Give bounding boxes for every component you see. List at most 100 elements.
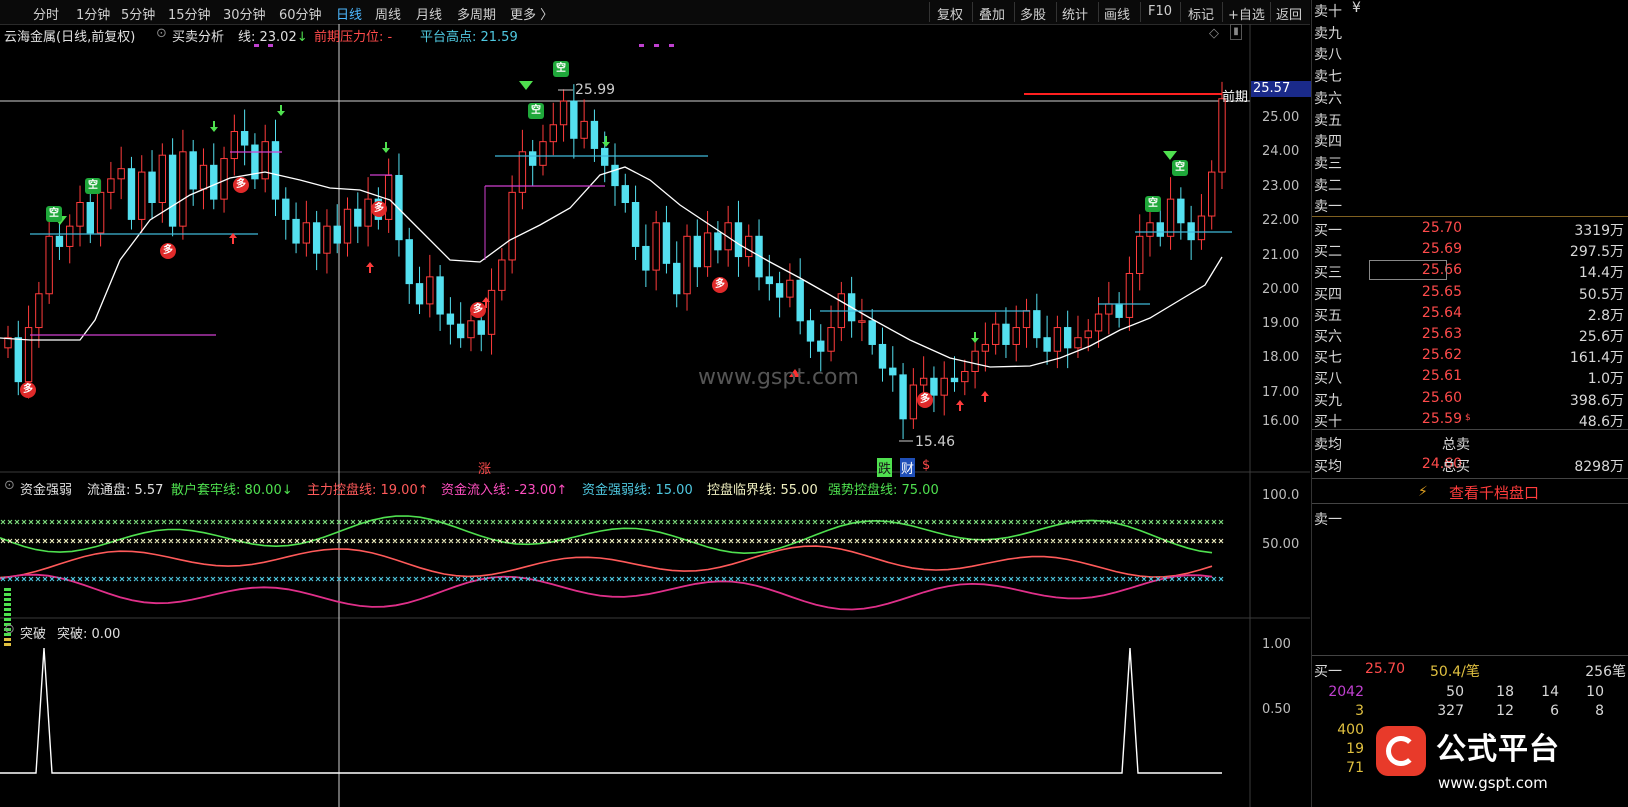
buy-avg-label: 买均 (1314, 459, 1342, 475)
diamond-icon[interactable]: ◇ (1209, 26, 1219, 41)
view-depth-button[interactable]: 查看千档盘口 (1449, 482, 1539, 503)
total-buy-label: 总买 (1442, 459, 1470, 475)
ask-row[interactable]: 卖九 (1312, 22, 1628, 43)
level-meter-bar (4, 643, 11, 646)
short-signal-icon: 空 (528, 103, 544, 119)
candle-up (940, 377, 948, 396)
candle-down (14, 337, 22, 383)
breakout-line (0, 647, 1222, 774)
candle-down (1177, 198, 1185, 224)
candle-down (878, 343, 887, 369)
bid-volume: 398.6万 (1569, 392, 1624, 409)
ask-row[interactable]: 卖三 (1312, 152, 1628, 173)
level-meter-bar (4, 608, 11, 611)
candle-down (333, 225, 341, 244)
bid-label: 买十 (1314, 413, 1342, 430)
breakout-panel-name[interactable]: 突破 (20, 623, 46, 642)
short-signal-icon: 空 (46, 206, 62, 222)
candle-up (158, 154, 167, 203)
ask-label: 卖五 (1314, 112, 1342, 129)
dividend-tag[interactable]: $ (922, 458, 930, 473)
ask-row[interactable]: 卖一 (1312, 195, 1628, 216)
ask-row[interactable]: 卖四 (1312, 130, 1628, 151)
ask-row[interactable]: 卖二 (1312, 174, 1628, 195)
candle-up (1146, 222, 1154, 237)
candle-up (220, 158, 228, 200)
ask-label: 卖七 (1314, 69, 1342, 86)
candle-down (148, 171, 156, 204)
candle-up (1197, 215, 1206, 241)
short-signal-icon: 空 (553, 61, 569, 77)
fund-item-5: 控盘临界线: 55.00 (707, 483, 818, 498)
candle-down (456, 323, 465, 339)
bid-row[interactable]: 买十 25.59 48.6万 $ (1312, 410, 1628, 431)
price-tick: 22.00 (1262, 213, 1300, 228)
candle-up (1166, 198, 1175, 237)
long-signal-icon: 多 (371, 201, 387, 217)
queue-val: 10 (1586, 684, 1604, 700)
yuan-icon: ¥ (1352, 0, 1361, 16)
short-signal-icon: 空 (1145, 196, 1161, 212)
candle-down (590, 120, 599, 149)
bid-row[interactable]: 买六 25.63 25.6万 (1312, 325, 1628, 346)
level-meter-bar (4, 638, 11, 641)
candle-up (580, 120, 588, 139)
candle-down (765, 276, 774, 285)
queue-row: 2042 50 18 14 10 (1312, 684, 1628, 705)
ask-row[interactable]: 卖六 (1312, 87, 1628, 108)
candle-down (817, 340, 825, 352)
ask-row[interactable]: 卖八 (1312, 43, 1628, 64)
ask-row[interactable]: 卖十 ¥ (1312, 0, 1628, 21)
long-signal-icon: 多 (917, 392, 933, 408)
candle-down (806, 320, 815, 342)
ask-row[interactable]: 卖七 (1312, 65, 1628, 86)
bid-row[interactable]: 买三 25.66 14.4万 (1312, 261, 1628, 282)
indicator-toggle-icon[interactable]: ⊙ (156, 26, 167, 41)
bid-row[interactable]: 买五 25.64 2.8万 (1312, 304, 1628, 325)
bid-label: 买二 (1314, 244, 1342, 261)
finance-tag[interactable]: 财 (900, 458, 916, 477)
candle-up (467, 320, 475, 339)
candle-down (1033, 310, 1041, 339)
short-signal-icon: 空 (85, 178, 101, 194)
candle-down (477, 320, 485, 335)
breakout-toggle-icon[interactable]: ⊙ (4, 622, 15, 637)
fund-panel-toggle-icon[interactable]: ⊙ (4, 478, 15, 493)
selected-price-box[interactable] (1369, 260, 1447, 280)
bid-price: 25.63 (1421, 326, 1462, 342)
bid-row[interactable]: 买二 25.69 297.5万 (1312, 240, 1628, 261)
bid-row[interactable]: 买一 25.70 3319万 (1312, 219, 1628, 240)
bid-price: 25.70 (1421, 220, 1462, 236)
bid-volume: 2.8万 (1587, 307, 1624, 324)
candle-up (138, 171, 146, 220)
bid-volume: 161.4万 (1569, 350, 1624, 367)
bid-label: 买八 (1314, 371, 1342, 388)
candle-down (415, 283, 424, 305)
kline-chart[interactable] (0, 0, 1310, 807)
candle-down (775, 283, 784, 298)
ask-label: 卖四 (1314, 134, 1342, 151)
limit-up-tag: 涨 (478, 462, 492, 477)
candle-up (1084, 330, 1092, 339)
bid-row[interactable]: 买七 25.62 161.4万 (1312, 346, 1628, 367)
bid-row[interactable]: 买四 25.65 50.5万 (1312, 283, 1628, 304)
ask-label: 卖一 (1314, 199, 1342, 216)
candle-down (673, 262, 681, 295)
down-arrow-icon: ↓ (296, 30, 308, 45)
fund-item-2: 主力控盘线: 19.00↑ (307, 483, 429, 498)
signal-dot (654, 44, 659, 47)
candle-down (693, 235, 702, 268)
fund-item-0: 流通盘: 5.57 (87, 483, 164, 498)
bid-row[interactable]: 买九 25.60 398.6万 (1312, 389, 1628, 410)
candle-down (1043, 337, 1051, 352)
buy-arrow-icon (981, 391, 989, 402)
bid-row[interactable]: 买八 25.61 1.0万 (1312, 367, 1628, 388)
panel-scroll-icon[interactable]: ▮ (1230, 24, 1242, 40)
brand-badge: 公式平台 www.gspt.com (1372, 716, 1627, 807)
candle-down (1002, 323, 1010, 345)
fund-panel-name[interactable]: 资金强弱 (20, 479, 72, 498)
ask-row[interactable]: 卖五 (1312, 109, 1628, 130)
brand-name: 公式平台 (1436, 732, 1560, 767)
indicator-name[interactable]: 买卖分析 (172, 26, 224, 45)
candle-down (889, 367, 897, 376)
